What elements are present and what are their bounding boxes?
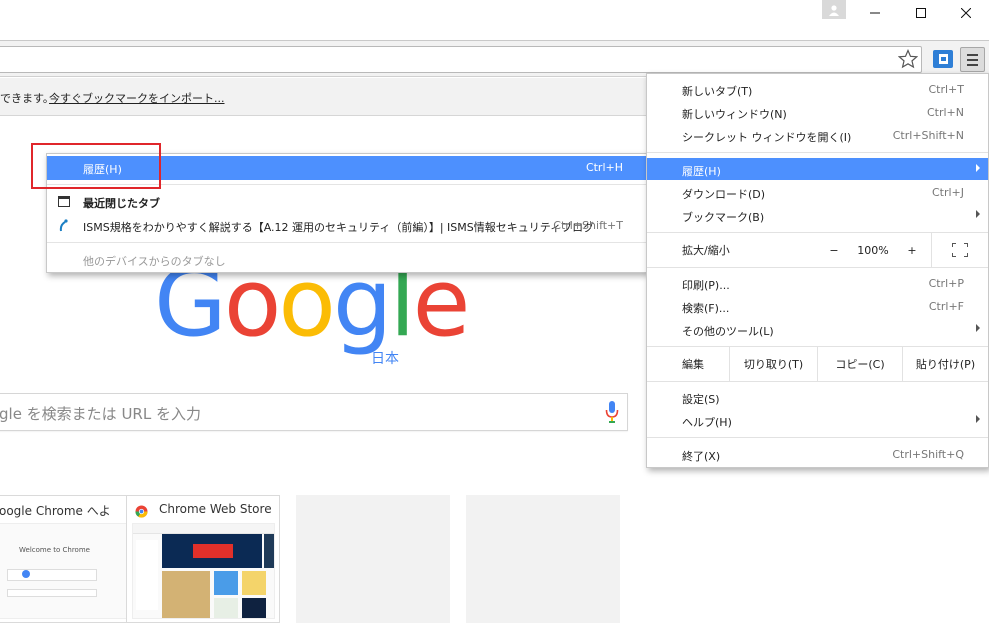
tile-thumbnail: Welcome to Chrome [0, 523, 139, 619]
person-icon [829, 4, 839, 16]
submenu-arrow-icon [976, 415, 980, 423]
tab-window-icon [58, 196, 70, 207]
divider [647, 152, 988, 153]
edit-label: 編集 [682, 358, 704, 371]
title-bar [0, 0, 989, 40]
most-visited-tile-empty[interactable] [296, 495, 450, 623]
tile-thumbnail [132, 523, 275, 619]
minimize-icon [870, 12, 880, 14]
extension-icon[interactable] [933, 50, 953, 68]
bookmark-bar-text: できます。 [0, 92, 54, 105]
submenu-arrow-icon [976, 324, 980, 332]
close-button[interactable] [943, 0, 989, 26]
submenu-arrow-icon [976, 210, 980, 218]
paste-button[interactable]: 貼り付け(P) [902, 347, 988, 381]
menu-item-find[interactable]: 検索(F)... Ctrl+F [647, 295, 988, 317]
microphone-icon[interactable] [604, 400, 620, 424]
profile-button[interactable] [822, 0, 846, 19]
entry-label: ISMS規格をわかりやすく解説する【A.12 運用のセキュリティ（前編）】| I… [83, 221, 595, 234]
recently-closed-entry[interactable]: ISMS規格をわかりやすく解説する【A.12 運用のセキュリティ（前編）】| I… [47, 214, 647, 238]
zoom-in-button[interactable]: + [893, 233, 931, 267]
recently-closed-heading: 最近閉じたタブ [47, 190, 647, 214]
menu-item-bookmarks[interactable]: ブックマーク(B) [647, 204, 988, 226]
menu-item-more-tools[interactable]: その他のツール(L) [647, 318, 988, 340]
menu-item-new-window[interactable]: 新しいウィンドウ(N) Ctrl+N [647, 101, 988, 123]
tile-thumb-text: Welcome to Chrome [19, 546, 90, 554]
menu-item-exit[interactable]: 終了(X) Ctrl+Shift+Q [647, 443, 988, 465]
zoom-row: 拡大/縮小 − 100% + [647, 233, 988, 267]
zoom-out-button[interactable]: − [815, 233, 853, 267]
tile-title: Chrome Web Store [159, 502, 272, 516]
menu-item-downloads[interactable]: ダウンロード(D) Ctrl+J [647, 181, 988, 203]
chrome-menu-button[interactable] [960, 47, 985, 72]
menu-item-history[interactable]: 履歴(H) [647, 158, 988, 180]
most-visited-tile[interactable]: Chrome Web Store [126, 495, 280, 623]
menu-item-settings[interactable]: 設定(S) [647, 386, 988, 408]
search-input[interactable]: gle を検索または URL を入力 [0, 393, 628, 431]
chrome-web-store-icon [135, 505, 148, 518]
divider [647, 267, 988, 268]
hamburger-icon [967, 53, 978, 56]
import-bookmarks-link[interactable]: 今すぐブックマークをインポート... [49, 90, 225, 106]
edit-row: 編集 切り取り(T) コピー(C) 貼り付け(P) [647, 347, 988, 381]
menu-item-print[interactable]: 印刷(P)... Ctrl+P [647, 272, 988, 294]
divider [647, 381, 988, 382]
minimize-button[interactable] [852, 0, 898, 26]
most-visited-tile-empty[interactable] [466, 495, 620, 623]
annotation-highlight-box [31, 143, 161, 189]
menu-item-incognito[interactable]: シークレット ウィンドウを開く(I) Ctrl+Shift+N [647, 124, 988, 146]
zoom-level: 100% [857, 243, 889, 257]
history-shortcut: Ctrl+H [585, 161, 623, 174]
divider [647, 437, 988, 438]
logo-region: 日本 [371, 351, 399, 367]
toolbar [0, 40, 989, 77]
chrome-main-menu: 新しいタブ(T) Ctrl+T 新しいウィンドウ(N) Ctrl+N シークレット … [646, 73, 989, 468]
menu-item-new-tab[interactable]: 新しいタブ(T) Ctrl+T [647, 78, 988, 100]
fullscreen-button[interactable] [931, 233, 988, 267]
tile-title: oogle Chrome へよ [0, 504, 111, 518]
copy-button[interactable]: コピー(C) [817, 347, 902, 381]
close-icon [961, 8, 971, 18]
entry-shortcut: Ctrl+Shift+T [553, 219, 623, 232]
zoom-label: 拡大/縮小 [682, 244, 730, 257]
divider [47, 242, 647, 243]
search-placeholder: gle を検索または URL を入力 [0, 405, 201, 423]
most-visited-tile[interactable]: oogle Chrome へよ Welcome to Chrome [0, 495, 144, 623]
bookmark-star-icon[interactable] [898, 49, 918, 69]
fullscreen-icon [952, 243, 968, 257]
address-bar[interactable] [0, 46, 922, 73]
cut-button[interactable]: 切り取り(T) [729, 347, 817, 381]
maximize-icon [916, 8, 926, 18]
maximize-button[interactable] [898, 0, 944, 26]
site-favicon-icon [59, 219, 68, 232]
no-other-devices-text: 他のデバイスからのタブなし [83, 255, 226, 268]
submenu-arrow-icon [976, 164, 980, 172]
menu-item-help[interactable]: ヘルプ(H) [647, 409, 988, 431]
